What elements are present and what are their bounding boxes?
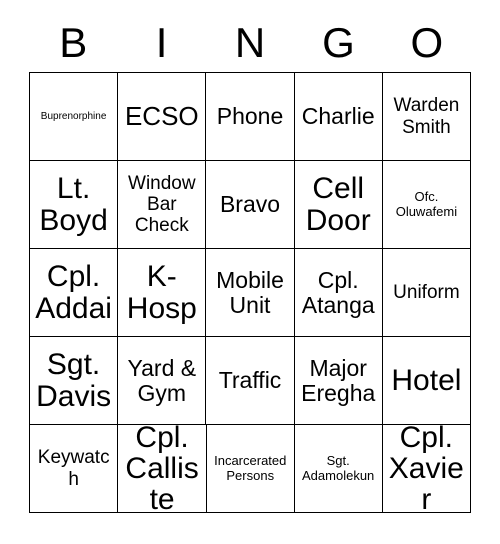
bingo-cell-label: Cpl. Xavier: [388, 420, 464, 517]
bingo-cell-label: Charlie: [301, 103, 375, 130]
bingo-cell[interactable]: Warden Smith: [382, 73, 472, 161]
bingo-cell-label: Cpl. Atanga: [301, 266, 375, 318]
bingo-cell-label: ECSO: [124, 100, 199, 131]
bingo-cell[interactable]: Cell Door: [294, 161, 383, 249]
bingo-cell[interactable]: Mobile Unit: [206, 249, 295, 337]
bingo-cell-label: Lt. Boyd: [39, 172, 108, 237]
bingo-row: Lt. Boyd Window Bar Check Bravo Cell Doo…: [30, 161, 472, 249]
header-letter-i: I: [155, 19, 168, 66]
bingo-cell[interactable]: Traffic: [206, 337, 295, 425]
bingo-cell[interactable]: Sgt. Davis: [30, 337, 119, 425]
bingo-cell-label: Bravo: [219, 191, 281, 218]
bingo-cell[interactable]: Window Bar Check: [118, 161, 207, 249]
bingo-cell[interactable]: ECSO: [118, 73, 207, 161]
bingo-cell[interactable]: Sgt. Adamolekun: [294, 425, 383, 513]
header-letter-g: G: [322, 19, 355, 66]
bingo-cell[interactable]: Phone: [206, 73, 295, 161]
bingo-cell[interactable]: Cpl. Addai: [30, 249, 119, 337]
bingo-cell-label: Phone: [216, 103, 284, 130]
bingo-cell[interactable]: Charlie: [294, 73, 383, 161]
bingo-cell-label: Keywatch: [37, 447, 110, 490]
bingo-cell[interactable]: Hotel: [382, 337, 472, 425]
bingo-card: B I N G O Buprenorphine ECSO Phone Charl…: [29, 14, 472, 517]
bingo-cell-label: Hotel: [391, 363, 462, 397]
bingo-cell-label: Ofc. Oluwafemi: [395, 188, 458, 219]
bingo-cell[interactable]: Cpl. Calliste: [118, 420, 207, 517]
bingo-cell[interactable]: K-Hosp: [118, 249, 207, 337]
bingo-header-row: B I N G O: [29, 14, 471, 72]
bingo-cell-label: Warden Smith: [393, 95, 460, 138]
bingo-cell-label: Sgt. Adamolekun: [302, 452, 375, 483]
bingo-cell-label: K-Hosp: [126, 260, 197, 325]
bingo-cell[interactable]: Ofc. Oluwafemi: [382, 161, 472, 249]
bingo-cell-label: Cell Door: [305, 172, 371, 237]
bingo-cell-label: Cpl. Calliste: [125, 420, 199, 517]
bingo-cell[interactable]: Yard & Gym: [118, 337, 207, 425]
bingo-cell-label: Cpl. Addai: [35, 260, 112, 325]
bingo-cell-label: Traffic: [218, 367, 282, 394]
bingo-cell[interactable]: Buprenorphine: [30, 73, 119, 161]
bingo-cell[interactable]: Uniform: [382, 249, 472, 337]
bingo-cell[interactable]: Incarcerated Persons: [206, 425, 295, 513]
bingo-cell[interactable]: Bravo: [206, 161, 295, 249]
bingo-cell[interactable]: Keywatch: [30, 425, 119, 513]
header-letter-n: N: [234, 19, 266, 66]
bingo-cell-label: Major Eregha: [301, 354, 376, 406]
header-letter-b: B: [59, 19, 88, 66]
bingo-row: Cpl. Addai K-Hosp Mobile Unit Cpl. Atang…: [30, 249, 472, 337]
bingo-cell-label: Yard & Gym: [127, 354, 197, 406]
bingo-cell-label: Buprenorphine: [40, 110, 107, 122]
bingo-row: Buprenorphine ECSO Phone Charlie Warden …: [30, 73, 472, 161]
bingo-cell[interactable]: Major Eregha: [294, 337, 383, 425]
bingo-cell-label: Sgt. Davis: [36, 348, 112, 413]
bingo-cell[interactable]: Cpl. Atanga: [294, 249, 383, 337]
bingo-grid: Buprenorphine ECSO Phone Charlie Warden …: [29, 72, 472, 517]
bingo-cell[interactable]: Lt. Boyd: [30, 161, 119, 249]
bingo-cell-label: Mobile Unit: [216, 266, 284, 318]
bingo-cell-label: Incarcerated Persons: [214, 452, 287, 483]
bingo-row: Sgt. Davis Yard & Gym Traffic Major Ereg…: [30, 337, 472, 425]
bingo-row: Keywatch Cpl. Calliste Incarcerated Pers…: [30, 420, 472, 517]
bingo-cell-label: Uniform: [393, 281, 460, 303]
header-letter-o: O: [410, 19, 444, 66]
bingo-cell[interactable]: Cpl. Xavier: [382, 420, 472, 517]
bingo-cell-label: Window Bar Check: [128, 172, 196, 237]
